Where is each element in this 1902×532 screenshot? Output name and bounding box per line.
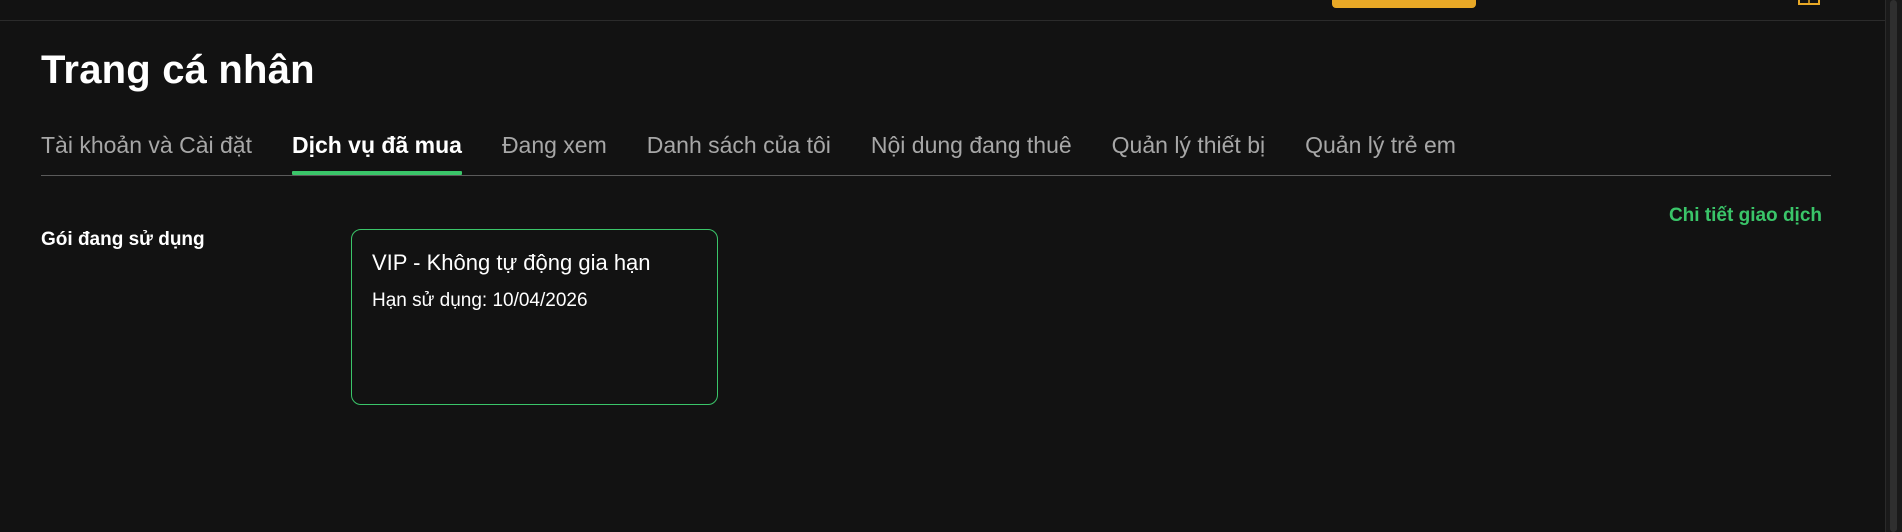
tab-account-settings[interactable]: Tài khoản và Cài đặt bbox=[41, 128, 252, 171]
scrollbar-thumb[interactable] bbox=[1890, 0, 1897, 532]
tab-my-list[interactable]: Danh sách của tôi bbox=[647, 128, 831, 171]
tab-device-management[interactable]: Quản lý thiết bị bbox=[1112, 128, 1265, 171]
page: Trang cá nhân Tài khoản và Cài đặt Dịch … bbox=[0, 0, 1902, 532]
tab-rented-content[interactable]: Nội dung đang thuê bbox=[871, 128, 1072, 171]
upgrade-button[interactable] bbox=[1332, 0, 1476, 8]
package-card: VIP - Không tự động gia hạn Hạn sử dụng:… bbox=[351, 229, 718, 405]
vertical-scrollbar[interactable] bbox=[1885, 0, 1902, 532]
tab-purchased-services[interactable]: Dịch vụ đã mua bbox=[291, 128, 462, 175]
top-header bbox=[0, 0, 1886, 21]
package-name: VIP - Không tự động gia hạn bbox=[372, 250, 651, 275]
gift-icon[interactable] bbox=[1796, 0, 1822, 6]
current-package-label: Gói đang sử dụng bbox=[41, 229, 205, 250]
tab-kids-management[interactable]: Quản lý trẻ em bbox=[1305, 128, 1456, 171]
transaction-details-link[interactable]: Chi tiết giao dịch bbox=[1669, 205, 1822, 227]
tab-watching[interactable]: Đang xem bbox=[502, 128, 607, 171]
package-expiry: Hạn sử dụng: 10/04/2026 bbox=[372, 290, 588, 311]
profile-tabs: Tài khoản và Cài đặt Dịch vụ đã mua Đang… bbox=[41, 128, 1831, 176]
brand-logo-icon[interactable] bbox=[42, 0, 157, 4]
page-title: Trang cá nhân bbox=[41, 48, 315, 92]
